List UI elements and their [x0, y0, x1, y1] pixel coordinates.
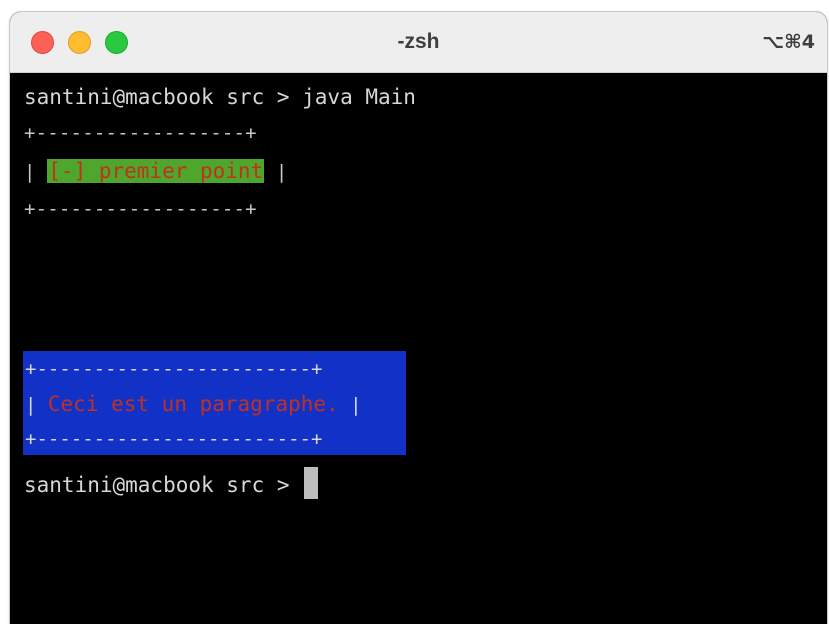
list-box-top-border: +------------------+: [24, 122, 257, 144]
paragraph-text: Ceci est un paragraphe.: [47, 392, 339, 416]
paragraph-box: +------------------------+ | Ceci est un…: [23, 351, 406, 455]
command-line: santini@macbook src > java Main: [24, 85, 416, 109]
terminal-window: -zsh ⌥⌘4 santini@macbook src > java Main…: [10, 12, 827, 624]
prompt-line[interactable]: santini@macbook src >: [24, 467, 319, 503]
paragraph-box-bottom-border: +------------------------+: [25, 428, 323, 450]
shell-prompt: santini@macbook src >: [24, 473, 303, 497]
list-box-bottom-border: +------------------+: [24, 198, 257, 220]
terminal-output[interactable]: santini@macbook src > java Main +-------…: [10, 73, 827, 624]
text-cursor: [304, 467, 319, 499]
title-bar[interactable]: -zsh ⌥⌘4: [10, 12, 827, 73]
paragraph-box-right-edge: |: [338, 394, 362, 416]
paragraph-box-top-border: +------------------------+: [25, 358, 323, 380]
list-box-right-edge: |: [264, 161, 288, 183]
list-item-highlighted: [-] premier point: [47, 159, 265, 183]
window-shortcut-label: ⌥⌘4: [762, 31, 815, 53]
list-box-left-edge: |: [24, 161, 48, 183]
paragraph-box-left-edge: |: [25, 394, 48, 416]
list-box-row: | [-] premier point |: [24, 153, 288, 189]
window-title: -zsh: [397, 30, 440, 53]
paragraph-box-row: | Ceci est un paragraphe. |: [25, 386, 362, 422]
